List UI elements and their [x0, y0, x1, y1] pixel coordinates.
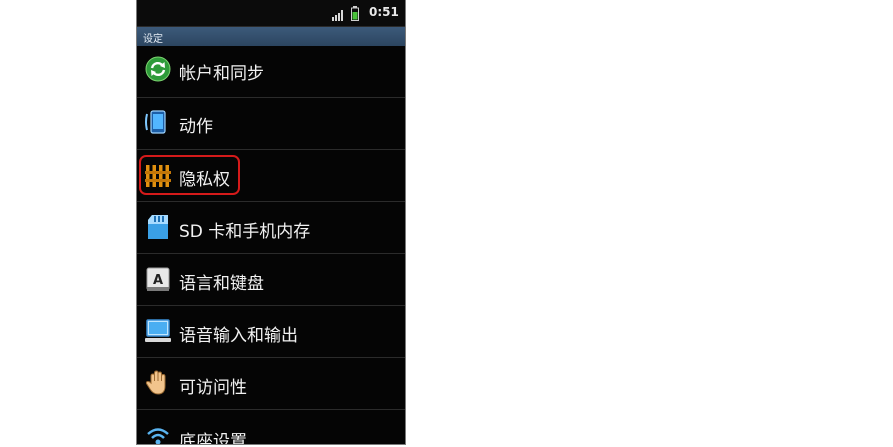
- menu-item-accessibility[interactable]: 可访问性: [137, 358, 405, 410]
- menu-item-label: 语音输入和输出: [179, 326, 298, 346]
- menu-item-voice-io[interactable]: 语音输入和输出: [137, 306, 405, 358]
- title-bar: 设定: [137, 27, 405, 46]
- sd-card-icon: [148, 215, 168, 239]
- phone-screen: 0:51 设定 帐户和同步 动作 隐私权 SD 卡和手机内存 A 语言和键盘 语…: [136, 0, 406, 445]
- menu-item-accounts-sync[interactable]: 帐户和同步: [137, 46, 405, 98]
- menu-item-dock-settings[interactable]: 底座设置: [137, 410, 405, 445]
- signal-strength-icon: [332, 10, 343, 21]
- sync-icon: [145, 56, 171, 82]
- menu-item-label: 动作: [179, 117, 213, 137]
- menu-item-label: 底座设置: [179, 432, 247, 445]
- svg-text:A: A: [153, 273, 163, 288]
- menu-item-label: SD 卡和手机内存: [179, 222, 311, 242]
- voice-monitor-icon: [145, 319, 171, 342]
- menu-item-label: 语言和键盘: [179, 274, 264, 294]
- phone-motion-icon: [145, 110, 166, 134]
- status-bar: 0:51: [137, 0, 405, 27]
- menu-item-motion[interactable]: 动作: [137, 98, 405, 150]
- accessibility-hand-icon: [145, 370, 166, 395]
- battery-icon: [351, 6, 359, 21]
- dock-wifi-icon: [147, 428, 169, 444]
- menu-item-sd-storage[interactable]: SD 卡和手机内存: [137, 202, 405, 254]
- privacy-highlight-box: [139, 155, 240, 195]
- menu-item-label: 可访问性: [179, 378, 247, 398]
- menu-item-language-keyboard[interactable]: A 语言和键盘: [137, 254, 405, 306]
- keyboard-letter-icon: A: [146, 267, 170, 291]
- status-clock: 0:51: [369, 5, 399, 19]
- page-title: 设定: [143, 34, 163, 45]
- menu-item-label: 帐户和同步: [179, 64, 264, 84]
